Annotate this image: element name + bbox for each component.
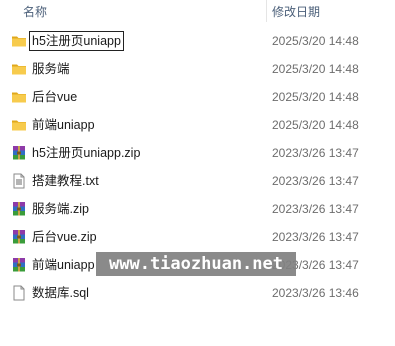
file-name[interactable]: 后台vue bbox=[29, 87, 80, 107]
winrar-archive-icon bbox=[11, 201, 27, 217]
file-date: 2023/3/26 13:47 bbox=[272, 202, 359, 216]
file-icon bbox=[11, 285, 27, 301]
file-name[interactable]: 后台vue.zip bbox=[29, 227, 100, 247]
watermark: www.tiaozhuan.net bbox=[96, 252, 296, 276]
winrar-archive-icon bbox=[11, 257, 27, 273]
winrar-archive-icon bbox=[11, 229, 27, 245]
file-date: 2023/3/26 13:47 bbox=[272, 230, 359, 244]
file-row[interactable]: 服务端.zip 2023/3/26 13:47 bbox=[7, 197, 395, 221]
file-name[interactable]: 搭建教程.txt bbox=[29, 171, 102, 191]
file-date: 2023/3/26 13:47 bbox=[272, 174, 359, 188]
file-name[interactable]: 服务端.zip bbox=[29, 199, 92, 219]
column-divider[interactable] bbox=[266, 0, 267, 22]
text-file-icon bbox=[11, 173, 27, 189]
folder-icon bbox=[11, 89, 27, 105]
folder-icon bbox=[11, 33, 27, 49]
file-date: 2023/3/26 13:47 bbox=[272, 146, 359, 160]
file-date: 2025/3/20 14:48 bbox=[272, 90, 359, 104]
file-name[interactable]: 服务端 bbox=[29, 59, 73, 79]
folder-icon bbox=[11, 61, 27, 77]
file-date: 2025/3/20 14:48 bbox=[272, 118, 359, 132]
file-row[interactable]: 后台vue 2025/3/20 14:48 bbox=[7, 85, 395, 109]
file-row[interactable]: 数据库.sql 2023/3/26 13:46 bbox=[7, 281, 395, 305]
file-row[interactable]: 前端uniapp 2025/3/20 14:48 bbox=[7, 113, 395, 137]
file-name[interactable]: h5注册页uniapp.zip bbox=[29, 143, 143, 163]
file-row[interactable]: h5注册页uniapp 2025/3/20 14:48 bbox=[7, 29, 395, 53]
file-row[interactable]: 服务端 2025/3/20 14:48 bbox=[7, 57, 395, 81]
column-header: 名称 修改日期 bbox=[0, 0, 395, 22]
file-name[interactable]: 前端uniapp bbox=[29, 115, 98, 135]
file-row[interactable]: 后台vue.zip 2023/3/26 13:47 bbox=[7, 225, 395, 249]
file-date: 2025/3/20 14:48 bbox=[272, 62, 359, 76]
folder-icon bbox=[11, 117, 27, 133]
file-date: 2023/3/26 13:46 bbox=[272, 286, 359, 300]
winrar-archive-icon bbox=[11, 145, 27, 161]
file-row[interactable]: h5注册页uniapp.zip 2023/3/26 13:47 bbox=[7, 141, 395, 165]
column-header-name[interactable]: 名称 bbox=[23, 3, 47, 20]
file-date: 2025/3/20 14:48 bbox=[272, 34, 359, 48]
file-name[interactable]: h5注册页uniapp bbox=[29, 31, 124, 51]
file-name[interactable]: 前端uniapp bbox=[29, 255, 98, 275]
file-name[interactable]: 数据库.sql bbox=[29, 283, 92, 303]
column-header-date[interactable]: 修改日期 bbox=[272, 3, 320, 20]
file-row[interactable]: 搭建教程.txt 2023/3/26 13:47 bbox=[7, 169, 395, 193]
